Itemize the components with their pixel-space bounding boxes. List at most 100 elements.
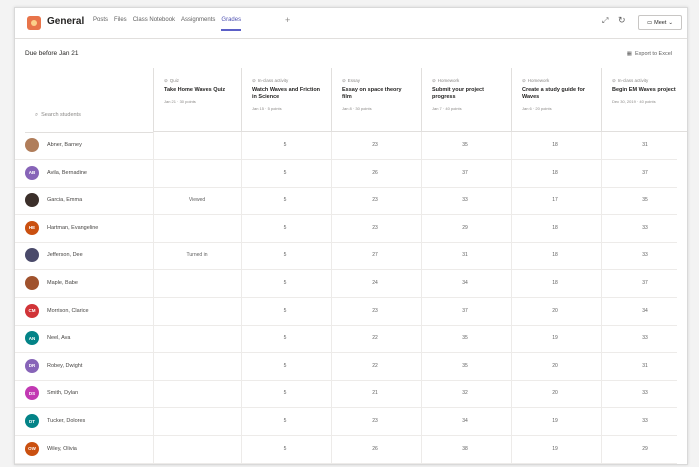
student-name[interactable]: Abner, Barney	[47, 142, 82, 148]
assignment-column-header[interactable]: ⊘ Essay Essay on space theory film Jan 8 · …	[331, 68, 421, 132]
table-row[interactable]: Jefferson, Dee Turned in 5 27 31 18 33	[15, 242, 677, 271]
grade-cell[interactable]: 22	[331, 335, 419, 341]
grade-cell[interactable]: 34	[421, 418, 509, 424]
grade-cell[interactable]: Turned in	[153, 252, 241, 258]
grade-cell[interactable]: 5	[241, 363, 329, 369]
grade-cell[interactable]: 29	[421, 225, 509, 231]
grade-cell[interactable]: 18	[511, 142, 599, 148]
grade-cell[interactable]: 20	[511, 390, 599, 396]
grade-cell[interactable]: 31	[601, 363, 687, 369]
table-row[interactable]: Maple, Babe 5 24 34 18 37	[15, 270, 677, 298]
table-row[interactable]: AN Neel, Ava 5 22 35 19 33	[15, 325, 677, 354]
student-name[interactable]: Wiley, Olivia	[47, 446, 77, 452]
avatar[interactable]	[25, 248, 39, 263]
grade-cell[interactable]: 21	[331, 390, 419, 396]
grade-cell[interactable]: Viewed	[153, 197, 241, 203]
avatar[interactable]: DR	[25, 358, 39, 373]
assignment-column-header[interactable]: ⊘ Homework Create a study guide for Waves J…	[511, 68, 601, 132]
grade-cell[interactable]: 19	[511, 418, 599, 424]
tab-files[interactable]: Files	[114, 17, 127, 31]
student-name[interactable]: Avila, Bernadine	[47, 170, 87, 176]
grade-cell[interactable]: 23	[331, 197, 419, 203]
student-name[interactable]: Neel, Ava	[47, 335, 70, 341]
grade-cell[interactable]: 37	[601, 170, 687, 176]
assignment-column-header[interactable]: ⊘ Quiz Take Home Waves Quiz Jan 21 · 30 poi…	[153, 68, 243, 132]
avatar[interactable]	[25, 193, 39, 208]
grade-cell[interactable]: 33	[421, 197, 509, 203]
student-name[interactable]: Tucker, Dolores	[47, 418, 85, 424]
export-to-excel-button[interactable]: ▦ Export to Excel	[627, 51, 675, 57]
grade-cell[interactable]: 5	[241, 446, 329, 452]
table-row[interactable]: HE Hartman, Evangeline 5 23 29 18 33	[15, 215, 677, 243]
grade-cell[interactable]: 33	[601, 418, 687, 424]
tab-grades[interactable]: Grades	[221, 17, 242, 31]
student-name[interactable]: Morrison, Clarice	[47, 308, 89, 314]
grade-cell[interactable]: 32	[421, 390, 509, 396]
assignment-column-header[interactable]: ⊘ Homework Submit your project progress Jan…	[421, 68, 511, 132]
grade-cell[interactable]: 23	[331, 225, 419, 231]
meet-button[interactable]: ▭ Meet ⌄	[638, 15, 682, 30]
avatar[interactable]: AB	[25, 165, 39, 180]
grade-cell[interactable]: 20	[511, 308, 599, 314]
grade-cell[interactable]: 5	[241, 170, 329, 176]
grade-cell[interactable]: 23	[331, 308, 419, 314]
grade-cell[interactable]: 5	[241, 225, 329, 231]
tab-posts[interactable]: Posts	[93, 17, 108, 31]
grade-cell[interactable]: 17	[511, 197, 599, 203]
grade-cell[interactable]: 18	[511, 170, 599, 176]
table-row[interactable]: DS Smith, Dylan 5 21 32 20 33	[15, 380, 677, 409]
grade-cell[interactable]: 35	[601, 197, 687, 203]
tab-class-notebook[interactable]: Class Notebook	[133, 17, 175, 31]
expand-icon[interactable]: ⤢	[602, 16, 608, 26]
student-name[interactable]: Smith, Dylan	[47, 390, 78, 396]
assignment-column-header[interactable]: ⊘ In-class activity Begin EM Waves project…	[601, 68, 687, 132]
grade-cell[interactable]: 34	[601, 308, 687, 314]
student-name[interactable]: Robey, Dwight	[47, 363, 82, 369]
avatar[interactable]	[25, 138, 39, 152]
table-row[interactable]: Garcia, Emma Viewed 5 23 33 17 35	[15, 187, 677, 216]
grade-cell[interactable]: 33	[601, 225, 687, 231]
grade-cell[interactable]: 23	[331, 418, 419, 424]
avatar[interactable]: AN	[25, 331, 39, 346]
grade-cell[interactable]: 24	[331, 280, 419, 286]
table-row[interactable]: Abner, Barney 5 23 35 18 31	[15, 132, 677, 160]
grade-cell[interactable]: 35	[421, 142, 509, 148]
table-row[interactable]: DR Robey, Dwight 5 22 35 20 31	[15, 353, 677, 381]
grade-cell[interactable]: 31	[421, 252, 509, 258]
grade-cell[interactable]: 5	[241, 335, 329, 341]
avatar[interactable]: OW	[25, 441, 39, 456]
refresh-icon[interactable]: ↻	[618, 15, 626, 26]
grade-cell[interactable]: 19	[511, 335, 599, 341]
grade-cell[interactable]: 22	[331, 363, 419, 369]
grade-cell[interactable]: 5	[241, 252, 329, 258]
grade-cell[interactable]: 34	[421, 280, 509, 286]
due-filter-label[interactable]: Due before Jan 21	[25, 50, 78, 57]
grade-cell[interactable]: 26	[331, 446, 419, 452]
grade-cell[interactable]: 19	[511, 446, 599, 452]
avatar[interactable]: CM	[25, 303, 39, 318]
avatar[interactable]	[25, 276, 39, 290]
grade-cell[interactable]: 35	[421, 335, 509, 341]
student-name[interactable]: Maple, Babe	[47, 280, 78, 286]
search-input[interactable]: ⌕ Search students	[35, 112, 81, 119]
tab-assignments[interactable]: Assignments	[181, 17, 215, 31]
assignment-column-header[interactable]: ⊘ In-class activity Watch Waves and Fricti…	[241, 68, 331, 132]
grade-cell[interactable]: 26	[331, 170, 419, 176]
avatar[interactable]: DS	[25, 386, 39, 401]
grade-cell[interactable]: 29	[601, 446, 687, 452]
grade-cell[interactable]: 23	[331, 142, 419, 148]
grade-cell[interactable]: 27	[331, 252, 419, 258]
grade-cell[interactable]: 20	[511, 363, 599, 369]
student-name[interactable]: Jefferson, Dee	[47, 252, 83, 258]
grade-cell[interactable]: 33	[601, 390, 687, 396]
grade-cell[interactable]: 38	[421, 446, 509, 452]
grade-cell[interactable]: 37	[601, 280, 687, 286]
grade-cell[interactable]: 5	[241, 418, 329, 424]
grade-cell[interactable]: 18	[511, 252, 599, 258]
table-row[interactable]: CM Morrison, Clarice 5 23 37 20 34	[15, 298, 677, 326]
add-tab-button[interactable]: +	[285, 15, 290, 25]
grade-cell[interactable]: 37	[421, 308, 509, 314]
table-row[interactable]: AB Avila, Bernadine 5 26 37 18 37	[15, 160, 677, 188]
grade-cell[interactable]: 5	[241, 197, 329, 203]
grade-cell[interactable]: 33	[601, 252, 687, 258]
